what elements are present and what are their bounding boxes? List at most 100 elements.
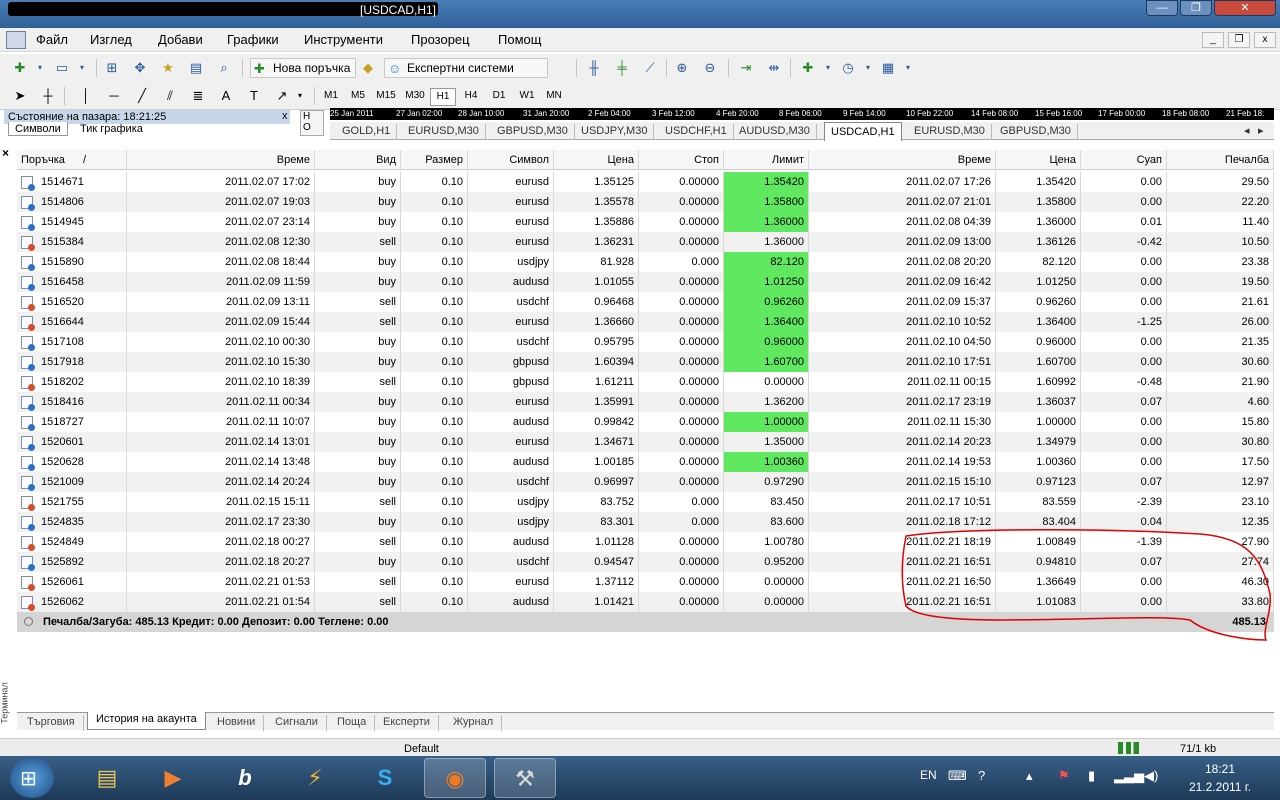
col-profit[interactable]: Печалба (1167, 150, 1274, 170)
tab-tick-chart[interactable]: Тик графика (74, 122, 149, 136)
navigator-icon[interactable]: ★ (158, 58, 178, 78)
table-row[interactable]: 1518416 2011.02.11 00:34 buy 0.10 eurusd 1.35… (17, 392, 1274, 412)
indicators-icon[interactable]: ✚ (798, 58, 818, 78)
col-size[interactable]: Размер (401, 150, 468, 170)
new-chart-dropdown-icon[interactable]: ▾ (30, 58, 50, 78)
tf-w1[interactable]: W1 (514, 88, 540, 106)
metaeditor-icon[interactable]: ◆ (358, 58, 378, 78)
tab-mailbox[interactable]: Поща (329, 715, 376, 731)
app-icon[interactable] (6, 31, 26, 49)
text-icon[interactable]: A (216, 86, 236, 106)
table-row[interactable]: 1526062 2011.02.21 01:54 sell 0.10 audusd 1.0… (17, 592, 1274, 612)
market-watch-close-button[interactable]: x (282, 110, 288, 122)
mdi-restore-button[interactable]: ❐ (1228, 32, 1250, 48)
profiles-dropdown-icon[interactable]: ▾ (72, 58, 92, 78)
table-row[interactable]: 1514671 2011.02.07 17:02 buy 0.10 eurusd 1.35… (17, 172, 1274, 192)
candlestick-icon[interactable]: ╪ (612, 58, 632, 78)
tab-signals[interactable]: Сигнали (267, 715, 327, 731)
col-open-price[interactable]: Цена (554, 150, 639, 170)
autoscroll-icon[interactable]: ⇥ (736, 58, 756, 78)
menu-view[interactable]: Изглед (90, 32, 132, 47)
arrows-icon[interactable]: ↗ (272, 86, 292, 106)
table-row[interactable]: 1514945 2011.02.07 23:14 buy 0.10 eurusd 1.35… (17, 212, 1274, 232)
table-row[interactable]: 1515384 2011.02.08 12:30 sell 0.10 eurusd 1.3… (17, 232, 1274, 252)
volume-icon[interactable]: ◀) (1144, 768, 1158, 784)
chart-tab[interactable]: EURUSD,M30 (908, 124, 992, 140)
terminal-close-button[interactable]: × (2, 146, 9, 160)
chart-tab[interactable]: EURUSD,M30 (402, 124, 486, 140)
menu-window[interactable]: Прозорец (411, 32, 470, 47)
market-watch-icon[interactable]: ⊞ (102, 58, 122, 78)
mdi-close-button[interactable]: x (1254, 32, 1276, 48)
chart-tab-active[interactable]: USDCAD,H1 (824, 122, 902, 141)
firefox-icon[interactable]: ◉ (424, 758, 486, 798)
col-close-price[interactable]: Цена (996, 150, 1081, 170)
keyboard-icon[interactable]: ⌨ (948, 768, 967, 784)
tab-experts[interactable]: Експерти (375, 715, 439, 731)
network-icon[interactable]: ▂▃▅ (1114, 768, 1144, 784)
table-row[interactable]: 1524835 2011.02.17 23:30 buy 0.10 usdjpy 83.3… (17, 512, 1274, 532)
new-chart-icon[interactable]: ✚ (10, 58, 30, 78)
chart-tabs-scroll-right-icon[interactable]: ▸ (1252, 124, 1270, 140)
language-indicator[interactable]: EN (920, 768, 937, 782)
menu-help[interactable]: Помощ (498, 32, 541, 47)
col-type[interactable]: Вид (315, 150, 401, 170)
templates-icon[interactable]: ▦ (878, 58, 898, 78)
col-stop[interactable]: Стоп (639, 150, 724, 170)
action-center-icon[interactable]: ⚑ (1058, 768, 1070, 784)
b-app-icon[interactable]: b (214, 758, 276, 798)
table-row[interactable]: 1517918 2011.02.10 15:30 buy 0.10 gbpusd 1.60… (17, 352, 1274, 372)
chart-tab[interactable]: AUDUSD,M30 (733, 124, 817, 140)
table-row[interactable]: 1521009 2011.02.14 20:24 buy 0.10 usdchf 0.96… (17, 472, 1274, 492)
col-swap[interactable]: Суап (1081, 150, 1167, 170)
arrows-dropdown-icon[interactable]: ▾ (290, 86, 310, 106)
strategy-tester-icon[interactable]: ⌕ (214, 58, 234, 78)
battery-icon[interactable]: ▮ (1088, 768, 1095, 784)
tf-h4[interactable]: H4 (458, 88, 484, 106)
table-row[interactable]: 1514806 2011.02.07 19:03 buy 0.10 eurusd 1.35… (17, 192, 1274, 212)
expert-advisors-button[interactable]: ☺ Експертни системи (384, 58, 548, 78)
fibonacci-icon[interactable]: ≣ (188, 86, 208, 106)
menu-tools[interactable]: Инструменти (304, 32, 383, 47)
table-row[interactable]: 1525892 2011.02.18 20:27 buy 0.10 usdchf 0.94… (17, 552, 1274, 572)
maximize-button[interactable]: ❐ (1180, 0, 1212, 16)
col-limit[interactable]: Лимит (724, 150, 809, 170)
trendline-icon[interactable]: ╱ (132, 86, 152, 106)
table-row[interactable]: 1520601 2011.02.14 13:01 buy 0.10 eurusd 1.34… (17, 432, 1274, 452)
line-chart-icon[interactable]: ⟋ (640, 58, 660, 78)
bar-chart-icon[interactable]: ╫ (584, 58, 604, 78)
new-order-button[interactable]: ✚ Нова поръчка (250, 58, 356, 78)
table-row[interactable]: 1521755 2011.02.15 15:11 sell 0.10 usdjpy 83.… (17, 492, 1274, 512)
tab-journal[interactable]: Журнал (445, 715, 503, 731)
tf-d1[interactable]: D1 (486, 88, 512, 106)
cursor-icon[interactable]: ➤ (10, 86, 30, 106)
help-icon[interactable]: ? (978, 768, 985, 783)
start-button[interactable]: ⊞ (10, 758, 54, 798)
chart-tab[interactable]: USDJPY,M30 (575, 124, 655, 140)
table-row[interactable]: 1526061 2011.02.21 01:53 sell 0.10 eurusd 1.3… (17, 572, 1274, 592)
minimize-button[interactable]: — (1146, 0, 1178, 16)
chart-tab[interactable]: USDCHF,H1 (659, 124, 734, 140)
show-hidden-icons-icon[interactable]: ▴ (1026, 768, 1033, 784)
skype-icon[interactable]: S (354, 758, 416, 798)
templates-dropdown-icon[interactable]: ▾ (898, 58, 918, 78)
table-row[interactable]: 1516458 2011.02.09 11:59 buy 0.10 audusd 1.01… (17, 272, 1274, 292)
table-row[interactable]: 1516520 2011.02.09 13:11 sell 0.10 usdchf 0.9… (17, 292, 1274, 312)
tab-trade[interactable]: Търговия (19, 715, 84, 731)
table-row[interactable]: 1516644 2011.02.09 15:44 sell 0.10 eurusd 1.3… (17, 312, 1274, 332)
chart-shift-icon[interactable]: ⇹ (764, 58, 784, 78)
system-clock[interactable]: 18:21 21.2.2011 г. (1184, 760, 1256, 796)
periods-dropdown-icon[interactable]: ▾ (858, 58, 878, 78)
col-symbol[interactable]: Символ (468, 150, 554, 170)
navigator-panel-stub[interactable]: НО (300, 110, 324, 136)
terminal-icon[interactable]: ▤ (186, 58, 206, 78)
tf-mn[interactable]: MN (541, 88, 567, 106)
chart-tab[interactable]: GBPUSD,M30 (491, 124, 575, 140)
crosshair-icon[interactable]: ┼ (38, 86, 58, 106)
col-open-time[interactable]: Време (127, 150, 315, 170)
mdi-minimize-button[interactable]: _ (1202, 32, 1224, 48)
tf-h1[interactable]: H1 (430, 88, 456, 106)
col-close-time[interactable]: Време (809, 150, 996, 170)
winamp-icon[interactable]: ⚡ (284, 758, 346, 798)
menu-charts[interactable]: Графики (227, 32, 279, 47)
